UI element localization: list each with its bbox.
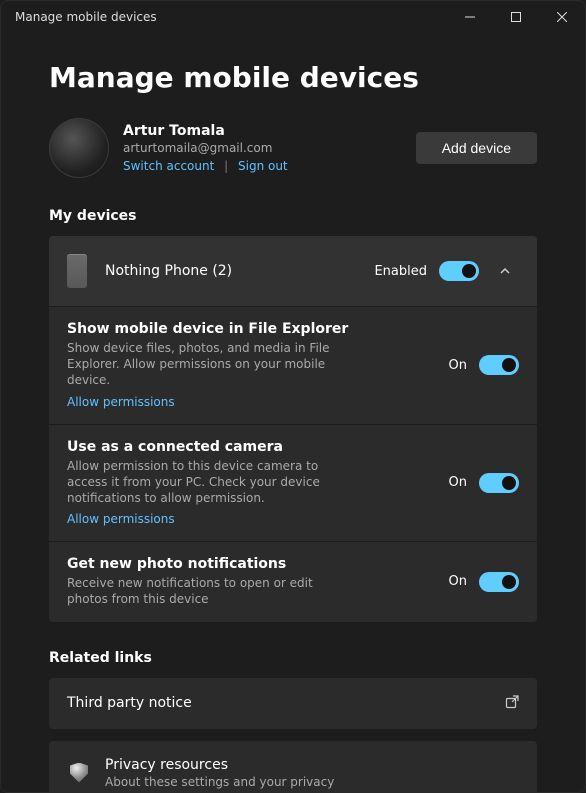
third-party-notice-card[interactable]: Third party notice [49,678,537,729]
allow-permissions-link[interactable]: Allow permissions [67,512,175,526]
minimize-button[interactable] [447,1,493,33]
related-links-heading: Related links [49,650,537,666]
link-card-title: Privacy resources [105,757,334,773]
link-card-text: Third party notice [67,695,192,711]
content: Manage mobile devices Artur Tomala artur… [1,33,585,792]
phone-icon [67,254,87,288]
setting-desc: Receive new notifications to open or edi… [67,575,347,607]
sign-out-link[interactable]: Sign out [238,159,288,173]
maximize-button[interactable] [493,1,539,33]
my-devices-heading: My devices [49,208,537,224]
account-name: Artur Tomala [123,123,416,139]
setting-text: Get new photo notifications Receive new … [67,556,347,607]
device-name: Nothing Phone (2) [105,263,374,279]
setting-title: Use as a connected camera [67,439,347,455]
setting-toggle-photo-notifications[interactable] [479,572,519,592]
device-panel: Nothing Phone (2) Enabled Show mobile de… [49,236,537,622]
setting-row-photo-notifications: Get new photo notifications Receive new … [49,541,537,621]
switch-account-link[interactable]: Switch account [123,159,214,173]
setting-text: Show mobile device in File Explorer Show… [67,321,348,410]
account-email: arturtomaila@gmail.com [123,141,416,155]
chevron-up-icon[interactable] [491,257,519,285]
shield-icon [67,763,91,783]
account-row: Artur Tomala arturtomaila@gmail.com Swit… [49,118,537,178]
titlebar: Manage mobile devices [1,1,585,33]
account-info: Artur Tomala arturtomaila@gmail.com Swit… [123,123,416,173]
link-card-text: Privacy resources About these settings a… [105,757,334,789]
setting-toggle-file-explorer[interactable] [479,355,519,375]
device-enabled-toggle[interactable] [439,261,479,281]
setting-state: On [449,358,467,373]
window: Manage mobile devices Manage mobile devi… [0,0,586,793]
account-links: Switch account | Sign out [123,159,416,173]
setting-state: On [449,574,467,589]
setting-title: Get new photo notifications [67,556,347,572]
link-card-subtitle: About these settings and your privacy [105,775,334,789]
external-link-icon [505,694,519,713]
setting-row-file-explorer: Show mobile device in File Explorer Show… [49,306,537,424]
setting-title: Show mobile device in File Explorer [67,321,348,337]
close-button[interactable] [539,1,585,33]
setting-text: Use as a connected camera Allow permissi… [67,439,347,528]
device-status-label: Enabled [374,264,427,279]
add-device-button[interactable]: Add device [416,132,537,164]
link-card-title: Third party notice [67,695,192,711]
setting-desc: Allow permission to this device camera t… [67,458,347,507]
setting-state: On [449,475,467,490]
separator: | [224,159,228,173]
privacy-resources-card[interactable]: Privacy resources About these settings a… [49,741,537,793]
device-header-row[interactable]: Nothing Phone (2) Enabled [49,236,537,306]
setting-desc: Show device files, photos, and media in … [67,340,347,389]
setting-row-connected-camera: Use as a connected camera Allow permissi… [49,424,537,542]
window-title: Manage mobile devices [15,10,447,24]
setting-toggle-connected-camera[interactable] [479,473,519,493]
page-title: Manage mobile devices [49,61,537,94]
allow-permissions-link[interactable]: Allow permissions [67,395,175,409]
avatar [49,118,109,178]
